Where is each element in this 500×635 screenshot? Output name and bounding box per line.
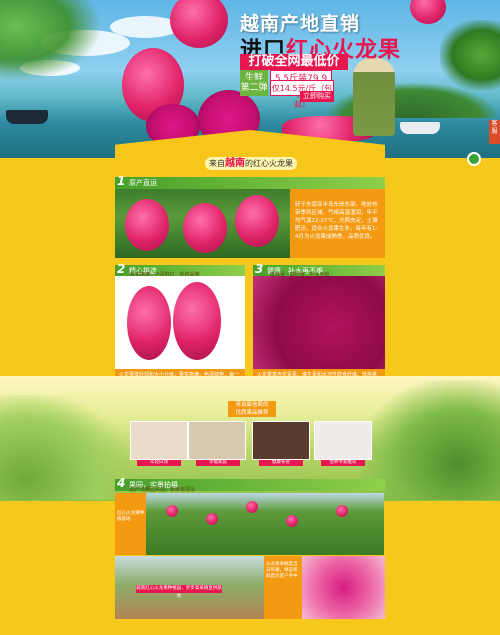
section1-description: 好于东南亚半岛东岸东部，地处热带季风区域，气候高温湿润，年平均气温22-27℃，… [290,189,385,258]
endorsement-tag-2: 优质果品推荐 [228,409,276,417]
section2-number: 2 [117,262,126,276]
dragonfruit-image [170,0,228,48]
strip-label: 来自越南的红心火龙果 [205,157,297,170]
price-slogan: 打破全网最低价 [240,54,348,70]
section1-title: 原产直运 [129,179,157,187]
boat-image [6,110,48,124]
dragonfruit-image [246,501,258,513]
dragonfruit-image [183,203,227,253]
dragonfruit-image [336,505,348,517]
section4-side-text: 红心火龙果种植基地 [115,493,146,555]
endorsement-tag-1: 来自最信赖的 [228,401,276,409]
customer-service-badge[interactable]: 客服 [489,120,500,144]
section4-number: 4 [117,476,126,490]
leaf-decoration [0,0,100,80]
strip-prefix: 来自 [209,159,225,168]
farm-banner: 越南红心火龙果种植园，步步高采摘直供基地 [136,585,222,599]
section1-number: 1 [117,174,126,188]
dragonfruit-image [286,515,298,527]
tag-second: 第二弹 [240,80,268,96]
portrait-caption: 幸福家庭 [196,460,240,466]
online-chat-icon[interactable] [467,152,481,166]
dragonfruit-image [235,195,279,247]
dragonfruit-image [127,286,171,360]
dragonfruit-flesh-photo [253,276,385,369]
portrait-photo [188,421,246,460]
section1-header: 1 原产直运 [115,174,385,189]
leaf-decoration [440,20,500,90]
dragonfruit-halves-photo [115,276,245,369]
hill-decoration [0,395,130,500]
dragonfruit-image [173,282,221,360]
section4-side-text-2: 火龙果采摘后当日装箱，保证新鲜直达客户手中 [264,556,302,619]
strip-suffix: 的红心火龙果 [245,159,293,168]
boat-image [400,122,440,134]
dragonfruit-image [206,513,218,525]
strip-emphasis: 越南 [225,158,245,169]
buy-now-button[interactable]: 立即购买 [300,91,334,102]
portrait-caption: 营养专家推荐 [321,460,365,466]
portrait-caption: 健康长者 [259,460,303,466]
section3-number: 3 [255,262,264,276]
dragonfruit-vine-photo [115,189,290,258]
section4-subtitle: 原产地果园实拍，新鲜看得见 [130,487,196,493]
farmer-photo [353,58,395,136]
packaged-fruit-photo [302,556,385,619]
portrait-photo [314,421,372,460]
orchard-photo [146,493,384,555]
dragonfruit-image [166,505,178,517]
portrait-caption: 年轻白领 [137,460,181,466]
portrait-photo [130,421,188,460]
portrait-photo [252,421,310,460]
dragonfruit-image [125,199,169,251]
